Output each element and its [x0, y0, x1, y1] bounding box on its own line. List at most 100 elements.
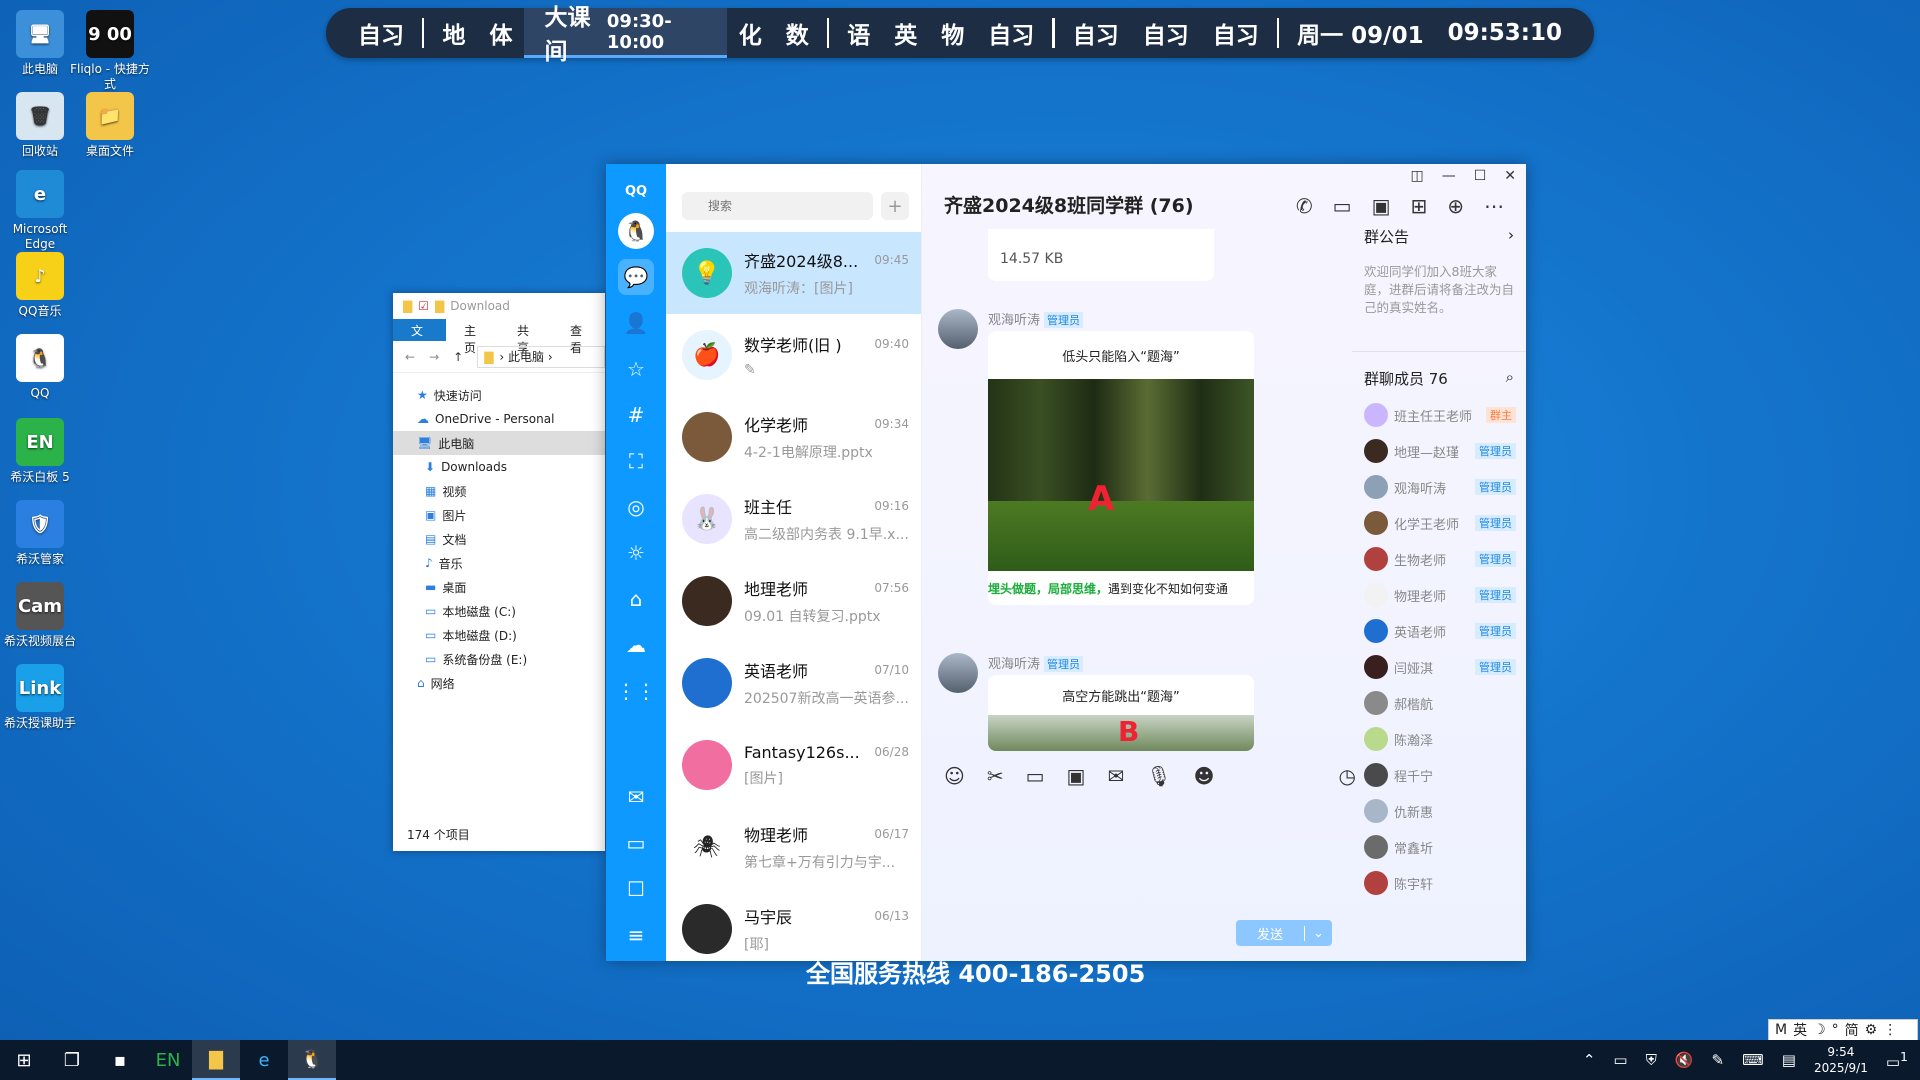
desktop-icon[interactable]: 📁 桌面文件	[70, 92, 150, 159]
robot-icon[interactable]: ☻	[1194, 764, 1215, 788]
ribbon-tab-share[interactable]: 共享	[499, 319, 552, 355]
sender-avatar[interactable]	[938, 653, 978, 693]
camera-app-icon[interactable]: ▪	[96, 1040, 144, 1080]
member-item[interactable]: 陈宇轩	[1364, 865, 1526, 901]
conversation-item[interactable]: 地理老师 07:56 09.01 自转复习.pptx	[666, 560, 921, 642]
member-item[interactable]: 班主任王老师 群主	[1364, 397, 1526, 433]
up-arrow-icon[interactable]: ↑	[453, 350, 463, 364]
windows-start-icon[interactable]: ⊞	[0, 1040, 48, 1080]
member-item[interactable]: 郝楷航	[1364, 685, 1526, 721]
nav-tree-item[interactable]: 🖥 此电脑	[393, 431, 605, 455]
sender-avatar[interactable]	[938, 309, 978, 349]
planet-icon[interactable]: ◎	[618, 489, 654, 525]
volume-icon[interactable]: 🔇	[1675, 1051, 1694, 1069]
sun-icon[interactable]: ☼	[618, 535, 654, 571]
nav-tree-item[interactable]: ▭ 系统备份盘 (E:)	[393, 647, 605, 671]
image-icon[interactable]: ▣	[1067, 764, 1086, 788]
edge-icon[interactable]: e	[240, 1040, 288, 1080]
messages-icon[interactable]: 💬	[618, 259, 654, 295]
channel-icon[interactable]: #	[618, 397, 654, 433]
search-input[interactable]	[682, 192, 873, 220]
ime-more[interactable]: ⋮	[1883, 1022, 1897, 1038]
apps-grid-icon[interactable]: ⋮⋮	[616, 673, 656, 709]
file-message[interactable]: 14.57 KB	[988, 229, 1214, 281]
whiteboard-app-icon[interactable]: EN	[144, 1040, 192, 1080]
task-view-icon[interactable]: ❐	[48, 1040, 96, 1080]
minimize-icon[interactable]: —	[1442, 168, 1456, 184]
nav-tree-item[interactable]: ☁ OneDrive - Personal	[393, 407, 605, 431]
image-message[interactable]: 低头只能陷入“题海” A 埋头做题，局部思维， 遇到变化不知如何变通	[988, 331, 1254, 605]
security-icon[interactable]: ⛨	[1646, 1051, 1657, 1069]
conversation-item[interactable]: 马宇辰 06/13 [耶]	[666, 888, 921, 961]
ime-halfwidth[interactable]: ☽	[1813, 1022, 1826, 1038]
maximize-icon[interactable]: ☐	[1474, 168, 1487, 184]
member-item[interactable]: 物理老师 管理员	[1364, 577, 1526, 613]
ime-mode[interactable]: M	[1775, 1022, 1787, 1038]
desktop-icon[interactable]: 🛡 希沃管家	[0, 500, 80, 567]
conversation-item[interactable]: 🍎 数学老师(旧 ) 09:40 ✎	[666, 314, 921, 396]
nav-tree-item[interactable]: ★ 快速访问	[393, 383, 605, 407]
conversation-item[interactable]: 🕷 物理老师 06/17 第七章+万有引力与宇...	[666, 806, 921, 888]
pen-icon[interactable]: ✎	[1712, 1051, 1725, 1069]
folder-icon[interactable]: ▭	[618, 825, 654, 861]
checkbox-icon[interactable]: ☑	[418, 299, 429, 313]
ime-toolbar[interactable]: M 英 ☽ ° 简 ⚙ ⋮	[1768, 1019, 1918, 1041]
bookmark-icon[interactable]: ☐	[618, 871, 654, 907]
add-button[interactable]: +	[881, 192, 909, 220]
pet-icon[interactable]: ☁	[618, 627, 654, 663]
display-icon[interactable]: ▤	[1782, 1051, 1796, 1069]
notification-icon[interactable]: ▭1	[1886, 1049, 1908, 1071]
desktop-icon[interactable]: EN 希沃白板 5	[0, 418, 80, 485]
image-message[interactable]: 高空方能跳出“题海” B	[988, 675, 1254, 751]
notice-header[interactable]: 群公告 ›	[1364, 226, 1526, 247]
member-item[interactable]: 仇新惠	[1364, 793, 1526, 829]
ime-settings[interactable]: ⚙	[1865, 1022, 1878, 1038]
phone-icon[interactable]: ✆	[1296, 194, 1313, 218]
nav-tree-item[interactable]: ▤ 文档	[393, 527, 605, 551]
desktop-icon[interactable]: 9 00 Fliqlo - 快捷方式	[70, 10, 150, 92]
conversation-item[interactable]: 英语老师 07/10 202507新改高一英语参...	[666, 642, 921, 724]
desktop-icon[interactable]: 🗑 回收站	[0, 92, 80, 159]
member-item[interactable]: 英语老师 管理员	[1364, 613, 1526, 649]
desktop-icon[interactable]: ♪ QQ音乐	[0, 252, 80, 319]
screen-share-icon[interactable]: ▣	[1372, 194, 1391, 218]
nav-tree-item[interactable]: ▭ 本地磁盘 (C:)	[393, 599, 605, 623]
send-button[interactable]: 发送 ⌄	[1236, 920, 1332, 946]
nav-tree-item[interactable]: ⬇ Downloads	[393, 455, 605, 479]
ime-punct[interactable]: °	[1832, 1022, 1839, 1038]
conversation-item[interactable]: 🐰 班主任 09:16 高二级部内务表 9.1早.x...	[666, 478, 921, 560]
search-icon[interactable]: ⌕	[1506, 368, 1514, 389]
member-item[interactable]: 观海听涛 管理员	[1364, 469, 1526, 505]
member-item[interactable]: 常鑫圻	[1364, 829, 1526, 865]
mail-icon[interactable]: ✉	[618, 779, 654, 815]
conversation-item[interactable]: 💡 齐盛2024级8... 09:45 观海听涛：[图片]	[666, 232, 921, 314]
close-icon[interactable]: ✕	[1504, 168, 1516, 184]
contacts-icon[interactable]: 👤	[618, 305, 654, 341]
apps-icon[interactable]: ⊞	[1410, 194, 1427, 218]
game-icon[interactable]: ⛶	[618, 443, 654, 479]
member-item[interactable]: 闫娅淇 管理员	[1364, 649, 1526, 685]
ime-simplified[interactable]: 简	[1845, 1020, 1859, 1040]
chevron-down-icon[interactable]: ⌄	[1304, 925, 1332, 941]
red-packet-icon[interactable]: ✉	[1107, 764, 1124, 788]
pin-icon[interactable]: ◫	[1410, 168, 1423, 184]
more-icon[interactable]: ⋯	[1484, 194, 1504, 218]
desktop-icon[interactable]: 🐧 QQ	[0, 334, 80, 401]
nav-tree-item[interactable]: ▦ 视频	[393, 479, 605, 503]
member-item[interactable]: 陈瀚泽	[1364, 721, 1526, 757]
keyboard-icon[interactable]: ⌨	[1742, 1051, 1764, 1069]
member-item[interactable]: 化学王老师 管理员	[1364, 505, 1526, 541]
back-arrow-icon[interactable]: ←	[405, 350, 415, 364]
taskbar-clock[interactable]: 9:54 2025/9/1	[1814, 1044, 1868, 1076]
desktop-icon[interactable]: e Microsoft Edge	[0, 170, 80, 252]
nav-tree-item[interactable]: ▣ 图片	[393, 503, 605, 527]
voice-icon[interactable]: 🎙	[1146, 764, 1171, 788]
add-member-icon[interactable]: ⊕	[1447, 194, 1464, 218]
favorites-icon[interactable]: ☆	[618, 351, 654, 387]
file-explorer-icon[interactable]: ▇	[192, 1040, 240, 1080]
screenshot-icon[interactable]: ✂	[987, 764, 1004, 788]
member-item[interactable]: 生物老师 管理员	[1364, 541, 1526, 577]
conversation-item[interactable]: 化学老师 09:34 4-2-1电解原理.pptx	[666, 396, 921, 478]
desktop-icon[interactable]: Link 希沃授课助手	[0, 664, 80, 731]
member-item[interactable]: 程千宁	[1364, 757, 1526, 793]
